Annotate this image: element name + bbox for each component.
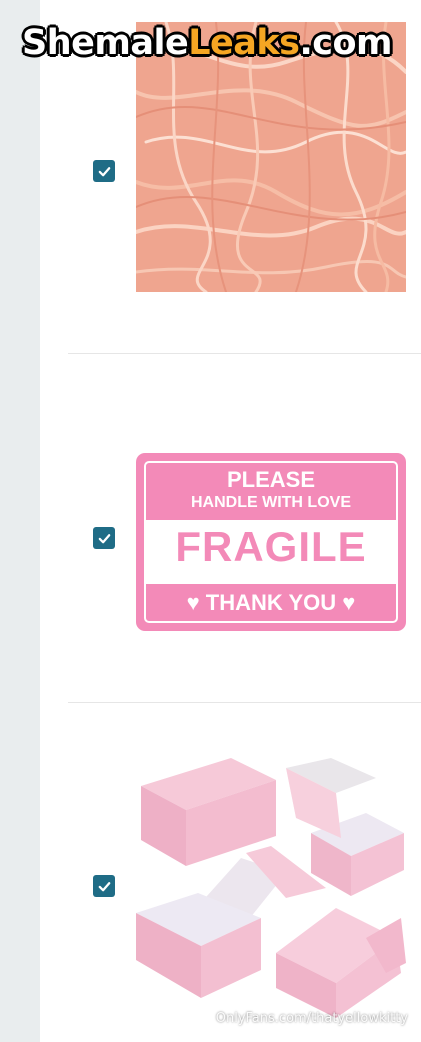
item-checkbox[interactable] — [93, 875, 115, 897]
pink-boxes-image — [136, 748, 406, 1023]
item-divider — [68, 702, 421, 703]
fragile-label-image: PLEASE HANDLE WITH LOVE FRAGILE ♥ THANK … — [136, 453, 406, 631]
label-please: PLEASE — [226, 467, 316, 492]
checkmark-icon — [98, 881, 110, 891]
site-logo: ShemaleLeaks.com — [22, 21, 393, 65]
watermark-text: OnlyFans.com/thatyellowkitty — [215, 1011, 408, 1026]
label-fragile: FRAGILE — [175, 523, 367, 570]
item-checkbox[interactable] — [93, 527, 115, 549]
logo-part-com: .com — [299, 23, 393, 63]
logo-part-shemale: Shemale — [22, 23, 189, 63]
item-divider — [68, 353, 421, 354]
label-handle-with-love: HANDLE WITH LOVE — [191, 494, 351, 511]
logo-part-leaks: Leaks — [188, 23, 300, 63]
checkmark-icon — [98, 533, 110, 543]
label-thank-you: ♥ THANK YOU ♥ — [186, 590, 356, 615]
item-checkbox[interactable] — [93, 160, 115, 182]
checkmark-icon — [98, 166, 110, 176]
left-rail — [0, 0, 40, 1042]
